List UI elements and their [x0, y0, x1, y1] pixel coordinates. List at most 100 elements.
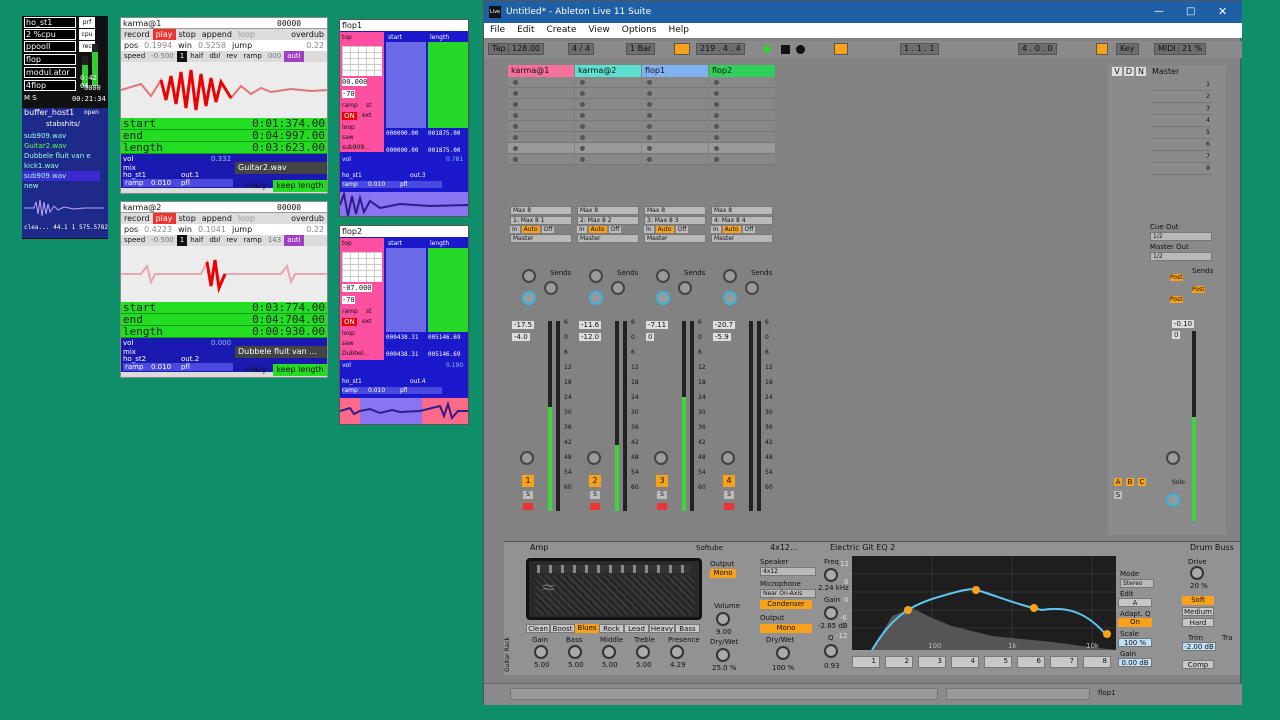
start-slider[interactable] [386, 42, 426, 128]
start-slider[interactable] [386, 248, 426, 332]
play-icon[interactable]: ▶ [764, 42, 772, 55]
monitor-auto-button[interactable]: Auto [521, 226, 540, 233]
eq-band-button[interactable]: 3 [918, 656, 946, 668]
clip-slot[interactable] [575, 110, 641, 121]
send-c-knob[interactable] [589, 291, 603, 305]
amp-knob-value[interactable]: 5.00 [568, 661, 584, 669]
track-fader[interactable] [690, 321, 694, 511]
amp-knob-value[interactable]: 5.00 [602, 661, 618, 669]
arm-button[interactable] [657, 503, 667, 510]
amp-knob-value[interactable]: 5.00 [534, 661, 550, 669]
clip-slot[interactable] [575, 154, 641, 165]
send-b-knob[interactable] [678, 281, 692, 295]
host-row-4flop[interactable]: 4flop [24, 80, 76, 91]
track-volume[interactable]: -17.5 [512, 321, 535, 329]
vol-value[interactable]: 0.332 [211, 155, 231, 163]
clip-slot[interactable] [575, 77, 641, 88]
buffer-item[interactable]: Guitar2.wav [22, 141, 100, 151]
keep-length-button[interactable]: keep length [273, 180, 327, 192]
follow-icon[interactable] [674, 43, 690, 55]
amp-type-bass[interactable]: Bass [675, 624, 700, 633]
track-name[interactable]: karma@2 [575, 65, 641, 77]
length-value[interactable]: 0:03:623.00 [252, 142, 325, 154]
flop1-saw[interactable]: saw [342, 134, 354, 141]
menu-view[interactable]: View [582, 23, 615, 38]
eq-mode-menu[interactable]: Stereo [1120, 579, 1154, 588]
track-activator[interactable]: 4 [723, 475, 735, 487]
track-activator[interactable]: 3 [656, 475, 668, 487]
microphone-menu[interactable]: Near On-Axis [760, 589, 816, 598]
eq-band-button[interactable]: 6 [1017, 656, 1045, 668]
auto-button[interactable]: auti [284, 51, 304, 62]
track-volume[interactable]: -7.11 [646, 321, 669, 329]
input-type-menu[interactable]: Max 8 [577, 206, 639, 215]
monitor-in-button[interactable]: In [577, 226, 587, 233]
send-a-knob[interactable] [522, 269, 536, 283]
buffer-item[interactable]: new [22, 181, 100, 191]
ramp2-value[interactable]: 0.010 [368, 387, 385, 394]
draw-mode-icon[interactable] [1096, 43, 1108, 55]
speed-step[interactable]: 1 [176, 235, 188, 246]
vol-value[interactable]: 0.781 [446, 156, 463, 163]
buffer-item[interactable]: Dubbele fluit van e [22, 151, 100, 161]
eq-band-button[interactable]: 4 [951, 656, 979, 668]
monitor-off-button[interactable]: Off [608, 226, 622, 233]
output-menu[interactable]: Master [644, 234, 706, 243]
scene-launch[interactable]: 6 [1152, 139, 1212, 151]
cue-out-menu[interactable]: 1/2 [1150, 232, 1212, 241]
host-label[interactable]: ho_st1 [342, 378, 362, 385]
input-type-menu[interactable]: Max 8 [711, 206, 773, 215]
vol-value[interactable]: 0.000 [211, 339, 231, 347]
clip-slot[interactable] [709, 143, 775, 154]
karma1-waveform[interactable] [121, 62, 327, 118]
karma1-file-menu[interactable]: Guitar2.wav [235, 162, 327, 174]
monitor-off-button[interactable]: Off [541, 226, 555, 233]
flop1-n4[interactable]: 001875.00 [428, 147, 461, 154]
half-button[interactable]: half [187, 51, 206, 62]
clip-slot[interactable] [709, 110, 775, 121]
flop1-n1[interactable]: 000000.00 [386, 130, 419, 137]
eq-q-value[interactable]: 0.93 [824, 662, 840, 670]
jump-value[interactable]: 0.22 [303, 224, 327, 235]
host-row-ppooll[interactable]: ppooll [24, 41, 76, 52]
karma2-waveform[interactable] [121, 246, 327, 302]
loop-length[interactable]: 4 . 0 . 0 [1018, 43, 1057, 55]
track-fader[interactable] [623, 321, 627, 511]
jump-value[interactable]: 0.22 [303, 40, 327, 51]
cabinet-drywet-knob[interactable] [776, 646, 790, 660]
track-name[interactable]: flop1 [642, 65, 708, 77]
master-pan-knob[interactable] [1166, 451, 1180, 465]
stop-icon[interactable] [781, 45, 790, 54]
loop-button[interactable]: loop [235, 213, 258, 224]
send-c-knob[interactable] [723, 291, 737, 305]
buffer-item[interactable]: kick1.wav [22, 161, 100, 171]
flop1-grid[interactable] [342, 46, 382, 76]
key-map-button[interactable]: Key [1116, 43, 1139, 55]
buffer-open-button[interactable]: open [84, 109, 99, 116]
overdub-button[interactable]: overdub [288, 213, 327, 224]
drive-value[interactable]: 20 % [1190, 582, 1208, 590]
maximize-icon[interactable]: □ [1186, 1, 1195, 23]
amp-drywet-value[interactable]: 25.0 % [712, 664, 736, 672]
clip-slot[interactable] [508, 143, 574, 154]
tap-button[interactable]: Tap [488, 43, 510, 55]
amp-mono-button[interactable]: Mono [710, 569, 736, 578]
amp-knob[interactable] [636, 645, 650, 659]
keep-length-button[interactable]: keep length [273, 364, 327, 376]
clip-slot[interactable] [575, 143, 641, 154]
clip-slot[interactable] [709, 99, 775, 110]
flop2-n1[interactable]: 000438.31 [386, 334, 419, 341]
scene-launch[interactable]: 2 [1152, 91, 1212, 103]
eq-band-button[interactable]: 2 [885, 656, 913, 668]
buffer-item[interactable]: sub909.wav [22, 131, 100, 141]
speed-step[interactable]: 1 [176, 51, 188, 62]
clip-slot[interactable] [709, 121, 775, 132]
flop2-v1[interactable]: -07.000 [342, 284, 372, 292]
monitor-in-button[interactable]: In [510, 226, 520, 233]
stop-button[interactable]: stop [176, 213, 199, 224]
eq-adapt-button[interactable]: On [1118, 618, 1152, 627]
out-label[interactable]: out.3 [410, 172, 426, 179]
monitor-auto-button[interactable]: Auto [722, 226, 741, 233]
flop2-grid[interactable] [342, 252, 382, 282]
flop2-ext[interactable]: ext [362, 318, 372, 325]
